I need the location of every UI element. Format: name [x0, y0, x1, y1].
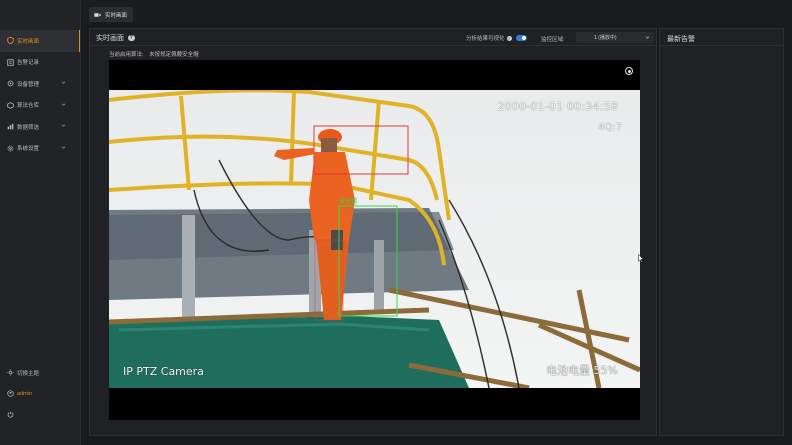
sidebar-item-device-management[interactable]: 设备管理: [0, 73, 80, 95]
chart-icon: [6, 123, 14, 131]
sun-icon: [6, 369, 14, 377]
info-icon[interactable]: i: [506, 35, 512, 41]
switch-theme-label: 切换主题: [17, 370, 40, 377]
chevron-down-icon: [61, 124, 66, 127]
sidebar-logo-area: [0, 0, 80, 30]
sidebar-item-alarm-records[interactable]: 告警记录: [0, 52, 80, 74]
monitor-area-label: 监控区域:: [541, 37, 565, 43]
sidebar-item-label: 设备管理: [17, 81, 40, 88]
chevron-down-icon: [61, 103, 66, 106]
visualization-toggle[interactable]: [515, 35, 527, 41]
osd-zoom: 4Q:7: [598, 122, 622, 133]
sidebar-item-label: 实时画面: [17, 38, 40, 45]
sidebar: 实时画面 告警记录 设备管理 算法仓库 数据筛选 系统设置 切换主题 admin: [0, 0, 81, 445]
list-icon: [6, 58, 14, 66]
package-icon: [6, 101, 14, 109]
video-icon: [94, 11, 101, 18]
sidebar-item-data-filter[interactable]: 数据筛选: [0, 116, 80, 138]
monitor-area-value: 1 (播放中): [594, 35, 617, 41]
osd-camera-name: IP PTZ Camera: [123, 365, 204, 378]
gear-icon: [6, 144, 14, 152]
monitor-area-select[interactable]: 1 (播放中): [576, 32, 654, 43]
chevron-down-icon: [645, 36, 650, 39]
page-title-text: 实时画面: [96, 35, 124, 42]
sidebar-item-live[interactable]: 实时画面: [0, 30, 80, 52]
camera-feed: 2000-01-01 00:34:58 4Q:7 安全帽 IP PTZ Came…: [109, 90, 640, 388]
sidebar-item-label: 算法仓库: [17, 103, 40, 110]
mouse-cursor-icon: [638, 254, 644, 263]
page-title: 实时画面 ?: [96, 33, 135, 43]
sidebar-bottom: 切换主题 admin: [0, 362, 81, 425]
tab-label: 实时画面: [105, 12, 128, 19]
tab-bar: 实时画面: [81, 0, 792, 22]
username: admin: [17, 390, 32, 397]
sidebar-item-label: 数据筛选: [17, 124, 40, 131]
active-algorithm-label: 当前启用算法:: [109, 52, 144, 58]
chevron-down-icon: [61, 146, 66, 149]
settings-icon: [6, 80, 14, 88]
visualization-toggle-group: 分析结果可视化 i: [466, 34, 527, 42]
sidebar-item-algorithm-store[interactable]: 算法仓库: [0, 95, 80, 117]
user-menu[interactable]: admin: [0, 383, 81, 404]
user-icon: [6, 390, 14, 398]
live-panel-header: 实时画面 ? 分析结果可视化 i 监控区域: 1 (播放中): [90, 29, 656, 46]
switch-theme-button[interactable]: 切换主题: [0, 362, 81, 383]
help-icon[interactable]: ?: [128, 34, 135, 42]
live-view-panel: 实时画面 ? 分析结果可视化 i 监控区域: 1 (播放中) 当前启用算法: 未…: [89, 28, 657, 436]
tab-live-view[interactable]: 实时画面: [89, 7, 134, 22]
osd-battery: 电池电量 55%: [546, 364, 618, 377]
osd-timestamp: 2000-01-01 00:34:58: [497, 100, 618, 113]
sidebar-item-label: 告警记录: [17, 60, 40, 67]
video-player[interactable]: 2000-01-01 00:34:58 4Q:7 安全帽 IP PTZ Came…: [109, 60, 640, 420]
active-algorithm-value: 未按规定佩戴安全帽: [149, 52, 199, 58]
logout-button[interactable]: [0, 404, 81, 425]
latest-alerts-title: 最新告警: [660, 29, 783, 46]
detection-label: 安全帽: [339, 199, 358, 205]
power-icon: [6, 411, 14, 419]
visualization-toggle-label: 分析结果可视化: [466, 36, 505, 42]
shield-icon: [6, 37, 14, 45]
sidebar-item-system-settings[interactable]: 系统设置: [0, 138, 80, 160]
sidebar-item-label: 系统设置: [17, 146, 40, 153]
close-video-icon[interactable]: [625, 67, 633, 75]
latest-alerts-panel: 最新告警: [659, 28, 784, 436]
camera-scene: [109, 90, 640, 388]
chevron-down-icon: [61, 81, 66, 84]
active-algorithm-line: 当前启用算法: 未按规定佩戴安全帽: [109, 50, 199, 58]
